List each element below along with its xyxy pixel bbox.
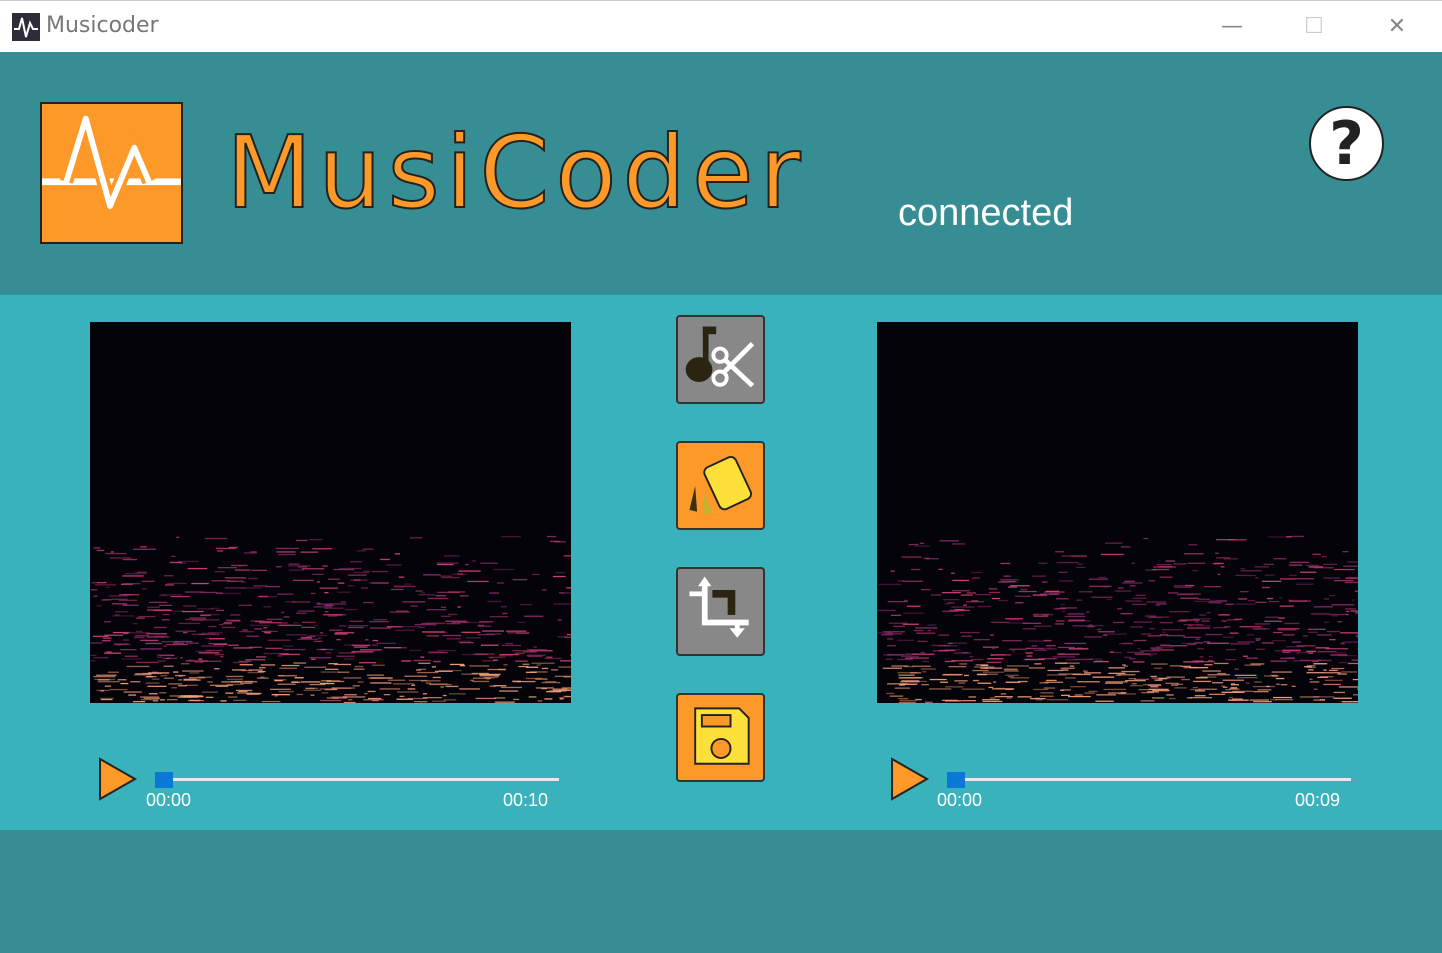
maximize-button[interactable]: ☐ [1294, 9, 1334, 45]
music-cut-icon [685, 326, 755, 388]
seek-thumb-input[interactable] [155, 772, 173, 788]
close-button[interactable]: ✕ [1377, 9, 1417, 45]
play-button-output[interactable] [890, 757, 930, 801]
brand-title: MusiCoder [225, 113, 807, 232]
main-content: 00:00 00:10 00:00 00:09 [0, 295, 1442, 830]
seek-slider-output[interactable] [947, 778, 1351, 781]
style-transfer-button[interactable] [676, 441, 765, 530]
seek-slider-input[interactable] [155, 778, 559, 781]
logo-icon [40, 94, 183, 244]
app-icon [12, 13, 40, 41]
total-time-output: 00:09 [1295, 790, 1341, 810]
music-cut-button[interactable] [676, 315, 765, 404]
title-bar: Musicoder — ☐ ✕ [0, 0, 1442, 52]
crop-icon [689, 576, 749, 638]
current-time-output: 00:00 [937, 790, 983, 810]
window-title: Musicoder [46, 13, 159, 38]
save-button[interactable] [676, 693, 765, 782]
footer [0, 830, 1442, 953]
minimize-button[interactable]: — [1212, 9, 1252, 45]
play-button-input[interactable] [98, 757, 138, 801]
input-spectrogram [90, 322, 592, 704]
seek-thumb-output[interactable] [947, 772, 965, 788]
help-button[interactable]: ? [1309, 106, 1384, 181]
connection-status: connected [898, 192, 1074, 234]
current-time-input: 00:00 [146, 790, 192, 810]
save-icon [694, 707, 750, 765]
crop-button[interactable] [676, 567, 765, 656]
output-spectrogram [877, 322, 1377, 704]
header: MusiCoder connected ? [0, 52, 1442, 295]
total-time-input: 00:10 [503, 790, 549, 810]
style-swatch-icon [689, 456, 753, 514]
